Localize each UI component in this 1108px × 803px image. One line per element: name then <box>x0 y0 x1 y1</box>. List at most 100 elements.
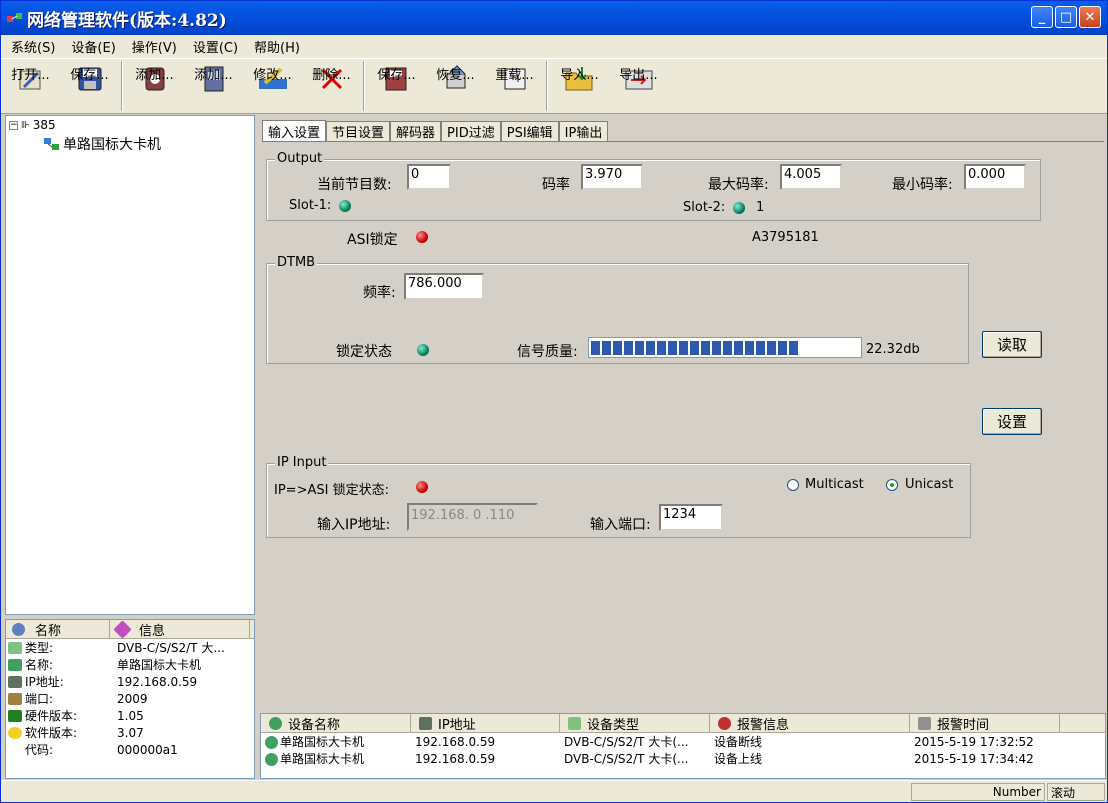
toolbar-separator <box>121 61 123 111</box>
import-label: 导入... <box>560 68 599 83</box>
signal-quality-segment <box>657 340 666 355</box>
menu-help[interactable]: 帮助(H) <box>254 37 300 56</box>
maximize-icon: □ <box>1059 9 1073 25</box>
asi-lock-label: ASI锁定 <box>347 232 398 248</box>
max-bitrate-field: 4.005 <box>780 164 842 190</box>
tree-item-device[interactable]: 单路国标大卡机 <box>44 134 161 154</box>
restore-button[interactable]: 恢复... <box>426 59 485 113</box>
prop-hw-version: 硬件版本: 1.05 <box>6 707 254 724</box>
alarm-header-time[interactable]: 报警时间 <box>910 714 1060 733</box>
type-icon <box>568 716 581 730</box>
delete-button[interactable]: 删除... <box>302 59 361 113</box>
menu-device[interactable]: 设备(E) <box>71 37 115 56</box>
menu-operation[interactable]: 操作(V) <box>132 37 177 56</box>
props-header-info[interactable]: 信息 <box>110 619 250 639</box>
alarm-list: 设备名称 IP地址 设备类型 报警信息 报警时间 单路国标大卡机 192.168… <box>260 713 1106 779</box>
toolbar-separator <box>546 61 548 111</box>
ip-address-input[interactable]: 192.168. 0 .110 <box>407 503 538 531</box>
hardware-icon <box>8 709 22 722</box>
tab-ip-output[interactable]: IP输出 <box>558 121 609 141</box>
save-config-button[interactable]: 保存... <box>367 59 426 113</box>
alarm-row[interactable]: 单路国标大卡机 192.168.0.59 DVB-C/S/S2/T 大卡(...… <box>261 733 1105 750</box>
tab-pid-filter[interactable]: PID过滤 <box>441 121 501 141</box>
menu-settings[interactable]: 设置(C) <box>193 37 238 56</box>
delete-label: 删除... <box>312 68 351 83</box>
frequency-input[interactable]: 786.000 <box>404 273 484 300</box>
open-button[interactable]: 打开... <box>1 59 60 113</box>
unicast-radio[interactable] <box>886 479 898 491</box>
unicast-label[interactable]: Unicast <box>905 477 953 492</box>
alarm-type: DVB-C/S/S2/T 大卡(... <box>564 735 689 749</box>
alarm-header-ip[interactable]: IP地址 <box>411 714 560 733</box>
tree-root-label: 385 <box>32 118 56 132</box>
set-button[interactable]: 设置 <box>982 408 1042 435</box>
port-icon <box>8 692 22 705</box>
tree-root[interactable]: − ⊪ 385 <box>9 118 56 132</box>
device-tree[interactable]: − ⊪ 385 单路国标大卡机 <box>5 115 255 615</box>
title-bar[interactable]: 网络管理软件(版本:4.82) _ □ ✕ <box>1 1 1107 35</box>
props-header-name[interactable]: 名称 <box>6 620 110 639</box>
multicast-label[interactable]: Multicast <box>805 477 864 492</box>
bitrate-field: 3.970 <box>581 164 643 190</box>
asi-lock-led <box>416 231 428 243</box>
device-icon <box>265 736 278 749</box>
tab-input-settings[interactable]: 输入设置 <box>262 120 327 141</box>
signal-quality-segment <box>778 340 787 355</box>
status-number: Number <box>911 783 1045 801</box>
signal-quality-bar <box>588 337 862 358</box>
add-item-button[interactable]: 添加... <box>184 59 243 113</box>
close-button[interactable]: ✕ <box>1079 6 1101 28</box>
tab-divider <box>262 141 1104 142</box>
input-port-label: 输入端口: <box>590 517 651 533</box>
save-label: 保存... <box>70 68 109 83</box>
max-bitrate-label: 最大码率: <box>708 177 769 193</box>
tab-psi-edit[interactable]: PSI编辑 <box>500 121 559 141</box>
minimize-button[interactable]: _ <box>1031 6 1053 28</box>
maximize-button[interactable]: □ <box>1055 6 1077 28</box>
add-device-button[interactable]: 添加... <box>125 59 184 113</box>
signal-quality-segment <box>646 340 655 355</box>
signal-quality-segment <box>591 340 600 355</box>
clock-icon <box>918 716 931 730</box>
alarm-time: 2015-5-19 17:32:52 <box>914 734 1034 749</box>
device-node-icon <box>44 137 60 151</box>
reload-label: 重载... <box>495 68 534 83</box>
signal-quality-segment <box>745 340 754 355</box>
toolbar-separator <box>363 61 365 111</box>
ip-asi-lock-label: IP=>ASI 锁定状态: <box>274 483 389 498</box>
bitrate-label: 码率 <box>542 177 570 193</box>
add-item-label: 添加... <box>194 68 233 83</box>
modify-button[interactable]: 修改... <box>243 59 302 113</box>
program-count-label: 当前节目数: <box>317 177 392 193</box>
signal-quality-segment <box>767 340 776 355</box>
alarm-header-device-name[interactable]: 设备名称 <box>261 714 411 733</box>
min-bitrate-label: 最小码率: <box>892 177 953 193</box>
bulb-icon <box>8 726 22 739</box>
export-button[interactable]: 导出... <box>609 59 668 113</box>
prop-sw-version: 软件版本: 3.07 <box>6 724 254 741</box>
name-column-icon <box>12 622 25 636</box>
save-config-label: 保存... <box>377 68 416 83</box>
signal-quality-segment <box>624 340 633 355</box>
save-button[interactable]: 保存... <box>60 59 119 113</box>
read-button[interactable]: 读取 <box>982 331 1042 358</box>
import-button[interactable]: 导入... <box>550 59 609 113</box>
signal-quality-segment <box>613 340 622 355</box>
signal-quality-label: 信号质量: <box>517 344 578 360</box>
collapse-icon[interactable]: − <box>9 120 18 130</box>
window-title: 网络管理软件(版本:4.82) <box>27 10 227 31</box>
tab-decoder[interactable]: 解码器 <box>390 121 442 141</box>
tab-program-settings[interactable]: 节目设置 <box>326 121 391 141</box>
reload-button[interactable]: 重载... <box>485 59 544 113</box>
asi-code: A3795181 <box>752 230 819 245</box>
menu-bar: 系统(S) 设备(E) 操作(V) 设置(C) 帮助(H) <box>1 35 1107 59</box>
multicast-radio[interactable] <box>787 479 799 491</box>
tab-bar: 输入设置 节目设置 解码器 PID过滤 PSI编辑 IP输出 <box>262 120 609 141</box>
input-port-field[interactable]: 1234 <box>659 504 723 531</box>
menu-system[interactable]: 系统(S) <box>11 37 55 56</box>
alarm-row[interactable]: 单路国标大卡机 192.168.0.59 DVB-C/S/S2/T 大卡(...… <box>261 750 1105 767</box>
signal-quality-segment <box>690 340 699 355</box>
alarm-header-type[interactable]: 设备类型 <box>560 714 710 733</box>
export-label: 导出... <box>619 68 658 83</box>
alarm-header-alarm[interactable]: 报警信息 <box>710 714 910 733</box>
